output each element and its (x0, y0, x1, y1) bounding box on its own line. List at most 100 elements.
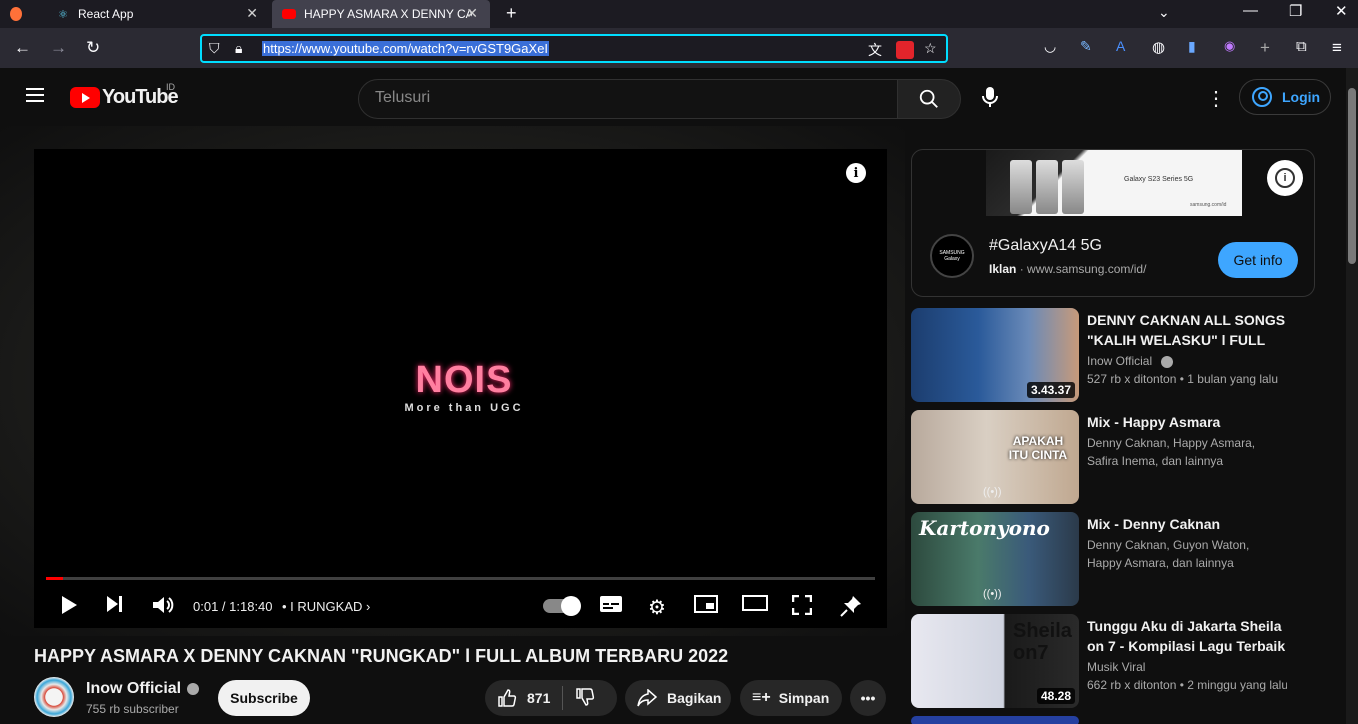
miniplayer-icon[interactable] (694, 595, 718, 613)
microphone-icon[interactable] (980, 86, 1000, 108)
lock-icon[interactable]: 🔒︎ (235, 40, 242, 57)
ad-banner-product: Galaxy S23 Series 5G (1124, 176, 1194, 183)
recommendation-item[interactable]: Sheila on7 48.28 Tunggu Aku di Jakarta S… (911, 614, 1331, 708)
translator-extension-icon[interactable]: A (1116, 38, 1125, 54)
settings-more-icon[interactable]: ⋮ (1206, 86, 1226, 111)
crosshair-extension-icon[interactable]: + (1260, 38, 1270, 58)
restore-icon[interactable]: ❐ (1289, 2, 1302, 20)
recommendation-title[interactable]: Tunggu Aku di Jakarta Sheila on 7 - Komp… (1087, 616, 1287, 656)
add-to-playlist-icon: ≡+ (752, 689, 771, 706)
like-button[interactable]: 871 (497, 688, 550, 708)
back-icon[interactable]: ← (14, 38, 31, 58)
extensions-puzzle-icon[interactable]: ⧉ (1296, 38, 1307, 55)
recommendation-channel: Denny Caknan, Guyon Waton, Happy Asmara,… (1087, 538, 1250, 570)
video-title: HAPPY ASMARA X DENNY CAKNAN "RUNGKAD" l … (34, 646, 729, 666)
menu-icon[interactable] (26, 88, 44, 102)
recommendation-channel: Denny Caknan, Happy Asmara, Safira Inema… (1087, 436, 1256, 468)
pen-extension-icon[interactable]: ✎ (1080, 38, 1092, 55)
ad-banner-image[interactable]: Galaxy S23 Series 5G samsung.com/id (986, 150, 1242, 216)
verified-check-icon (1161, 355, 1174, 368)
settings-gear-icon[interactable]: ⚙ (648, 595, 666, 620)
reload-icon[interactable]: ↻ (86, 38, 100, 58)
chapter-title[interactable]: • I RUNGKAD › (282, 599, 370, 614)
page-scrollbar[interactable] (1346, 68, 1358, 724)
channel-avatar[interactable] (34, 677, 74, 717)
video-player[interactable]: i NOIS More than UGC 0:01 / 1:18:40 • I … (34, 149, 887, 628)
autoplay-toggle[interactable] (543, 596, 581, 616)
url-text[interactable]: https://www.youtube.com/watch?v=rvGST9Ga… (262, 41, 550, 56)
tab-react-app[interactable]: ⚛ React App ✕ (48, 0, 270, 28)
play-icon[interactable] (60, 595, 78, 615)
video-thumbnail[interactable]: 3.43.37 (911, 308, 1079, 402)
search-input[interactable] (375, 89, 875, 107)
login-button[interactable]: Login (1239, 79, 1331, 115)
dislike-button[interactable] (575, 687, 595, 710)
search-button[interactable] (897, 79, 961, 119)
ad-card[interactable]: Galaxy S23 Series 5G samsung.com/id i SA… (911, 149, 1315, 297)
code-extension-icon[interactable]: ◉ (1224, 38, 1235, 54)
account-icon (1252, 87, 1272, 107)
recommendation-item[interactable]: 3.43.37 DENNY CAKNAN ALL SONGS "KALIH WE… (911, 308, 1331, 402)
youtube-logo[interactable]: YouTube ID (70, 82, 179, 109)
fullscreen-icon[interactable] (792, 595, 812, 615)
video-thumbnail[interactable]: Sheila on7 48.28 (911, 614, 1079, 708)
pocket-icon[interactable]: ◡ (1044, 38, 1056, 55)
subscribe-button[interactable]: Subscribe (218, 680, 310, 716)
minimize-icon[interactable]: — (1243, 2, 1258, 19)
recommendation-item[interactable]: Kartonyono ((•)) Mix - Denny Caknan Denn… (911, 512, 1331, 606)
shield-icon[interactable]: ⛉ (209, 40, 220, 57)
pin-extension-icon[interactable] (896, 41, 914, 59)
cookie-extension-icon[interactable]: ◍ (1152, 38, 1165, 56)
like-dislike-group: 871 (485, 680, 617, 716)
save-label: Simpan (778, 690, 830, 706)
ad-title[interactable]: #GalaxyA14 5G (989, 237, 1102, 255)
app-menu-icon[interactable]: ≡ (1332, 38, 1342, 58)
video-thumbnail[interactable] (911, 716, 1079, 724)
recommendation-title[interactable]: Mix - Happy Asmara (1087, 412, 1287, 432)
channel-name[interactable]: Inow Official (86, 680, 200, 698)
get-info-button[interactable]: Get info (1218, 242, 1298, 278)
url-bar[interactable]: ⛉ 🔒︎ https://www.youtube.com/watch?v=rvG… (200, 34, 948, 63)
chevron-right-icon: › (366, 599, 371, 614)
files-extension-icon[interactable]: ▮ (1188, 38, 1196, 55)
recommendation-channel[interactable]: Musik Viral (1087, 658, 1287, 676)
bookmark-star-icon[interactable]: ☆ (924, 40, 937, 57)
more-actions-button[interactable]: ••• (850, 680, 886, 716)
recommendation-title[interactable]: Mix - Denny Caknan (1087, 514, 1287, 534)
subtitles-icon[interactable] (599, 595, 623, 613)
video-thumbnail[interactable]: APAKAH ITU CINTA ((•)) (911, 410, 1079, 504)
new-tab-icon[interactable]: + (506, 3, 517, 24)
recommendation-title[interactable]: DENNY CAKNAN ALL SONGS "KALIH WELASKU" l… (1087, 310, 1287, 350)
translate-icon[interactable]: 文 (868, 40, 882, 60)
channel-label: Inow Official (1087, 354, 1153, 368)
recommendation-item[interactable]: APAKAH ITU CINTA ((•)) Mix - Happy Asmar… (911, 410, 1331, 504)
mix-live-icon: ((•)) (983, 588, 1002, 600)
window-close-icon[interactable]: ✕ (1335, 2, 1348, 20)
ad-url[interactable]: www.samsung.com/id/ (1027, 262, 1146, 276)
share-button[interactable]: Bagikan (625, 680, 731, 716)
thumbnail-text: Sheila on7 (1013, 620, 1072, 664)
theater-mode-icon[interactable] (742, 595, 768, 611)
recommendation-channel[interactable]: Inow Official (1087, 352, 1287, 370)
ad-banner-site: samsung.com/id (1190, 202, 1227, 208)
scrollbar-thumb[interactable] (1348, 88, 1356, 264)
volume-icon[interactable] (152, 595, 174, 615)
info-icon[interactable]: i (846, 163, 866, 183)
list-tabs-chevron-icon[interactable]: ⌄ (1158, 4, 1170, 21)
next-icon[interactable] (106, 595, 124, 613)
video-thumbnail[interactable]: Kartonyono ((•)) (911, 512, 1079, 606)
samsung-logo[interactable]: SAMSUNG Galaxy (930, 234, 974, 278)
recommendation-item[interactable] (911, 716, 1331, 724)
close-tab-icon[interactable]: ✕ (466, 5, 478, 22)
like-count: 871 (527, 690, 551, 706)
forward-icon[interactable]: → (50, 38, 67, 58)
ad-info-button[interactable]: i (1267, 160, 1303, 196)
save-button[interactable]: ≡+ Simpan (740, 680, 842, 716)
progress-bar[interactable] (46, 577, 875, 580)
duration-badge: 48.28 (1036, 688, 1075, 704)
tab-label: React App (78, 7, 134, 21)
tab-youtube-video[interactable]: HAPPY ASMARA X DENNY CAKNAN ✕ (272, 0, 490, 28)
close-tab-icon[interactable]: ✕ (246, 5, 258, 22)
pin-icon[interactable] (840, 595, 862, 617)
search-box[interactable] (358, 79, 898, 119)
